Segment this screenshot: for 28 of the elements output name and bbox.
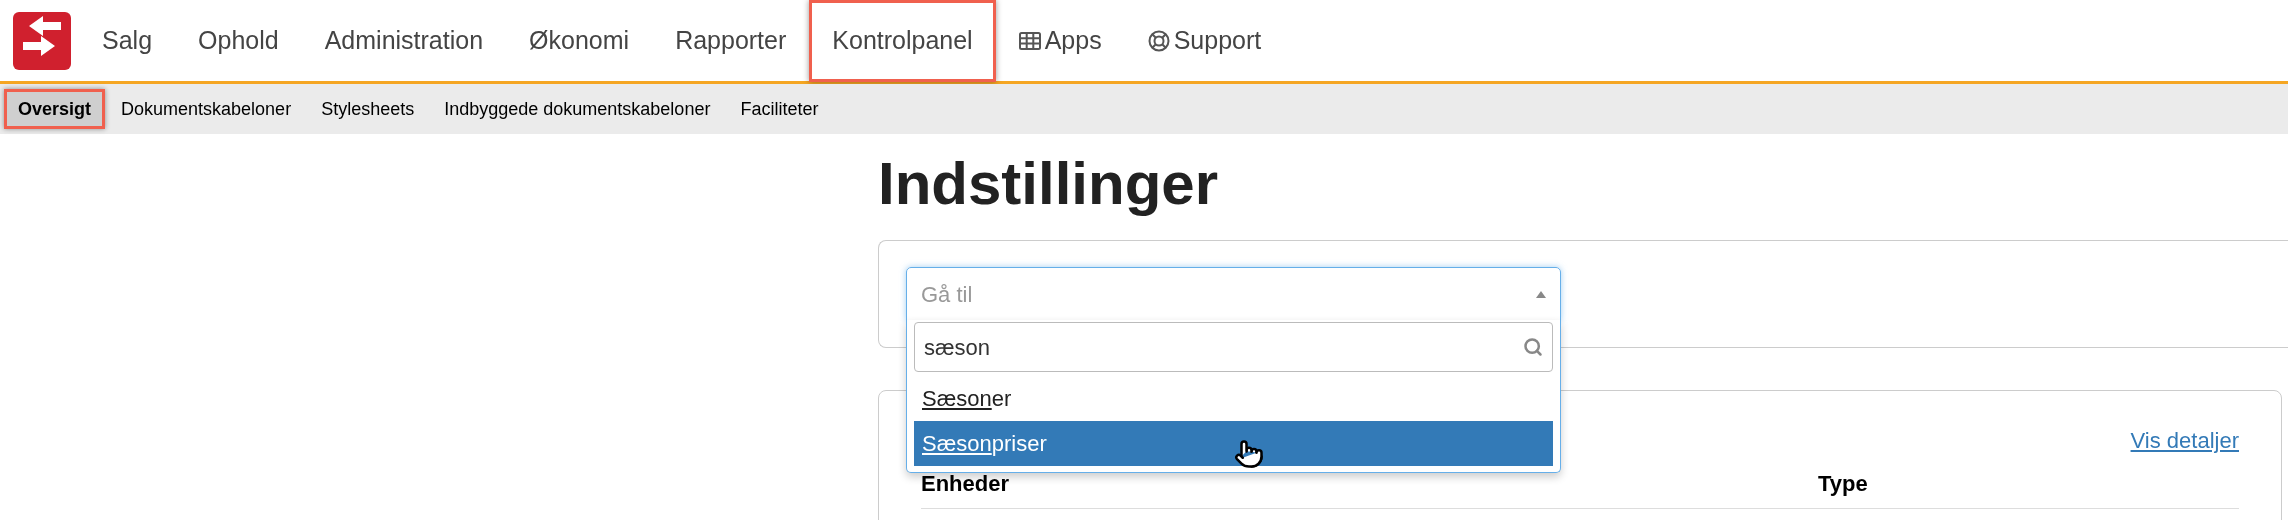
nav-link[interactable]: Kontrolpanel: [809, 0, 996, 82]
nav-link[interactable]: Rapporter: [652, 0, 810, 82]
select-placeholder: Gå til: [921, 280, 973, 309]
subnav-tab[interactable]: Dokumentskabeloner: [107, 89, 306, 129]
subnav-tab[interactable]: Indbyggede dokumentskabeloner: [430, 89, 725, 129]
subnav-tab[interactable]: Stylesheets: [307, 89, 429, 129]
nav-link[interactable]: Ophold: [175, 0, 302, 82]
search-field[interactable]: sæson: [914, 322, 1553, 372]
details-link[interactable]: Vis detaljer: [2130, 424, 2239, 457]
lifebuoy-icon: [1147, 29, 1170, 52]
caret-up-icon: [1536, 290, 1546, 298]
column-header: Enheder: [921, 470, 1011, 498]
nav-link[interactable]: Salg: [79, 0, 176, 82]
column-header: Type: [1818, 470, 1868, 498]
dropdown-option[interactable]: Sæsoner: [914, 376, 1553, 421]
nav-link[interactable]: Apps: [995, 0, 1125, 82]
logo-icon[interactable]: [13, 11, 71, 70]
subnav-tab[interactable]: Faciliteter: [726, 89, 833, 129]
hand-cursor-icon: [1234, 439, 1264, 469]
search-icon: [1523, 337, 1543, 357]
nav-link[interactable]: Økonomi: [506, 0, 653, 82]
nav-link[interactable]: Administration: [301, 0, 507, 82]
page-heading: Indstillinger: [878, 154, 1220, 219]
dropdown-option[interactable]: Sæsonpriser: [914, 421, 1553, 466]
nav-link[interactable]: Support: [1124, 0, 1285, 82]
subnav-tab[interactable]: Oversigt: [4, 89, 106, 129]
grid-icon: [1018, 31, 1041, 50]
search-input[interactable]: sæson: [924, 330, 1424, 364]
